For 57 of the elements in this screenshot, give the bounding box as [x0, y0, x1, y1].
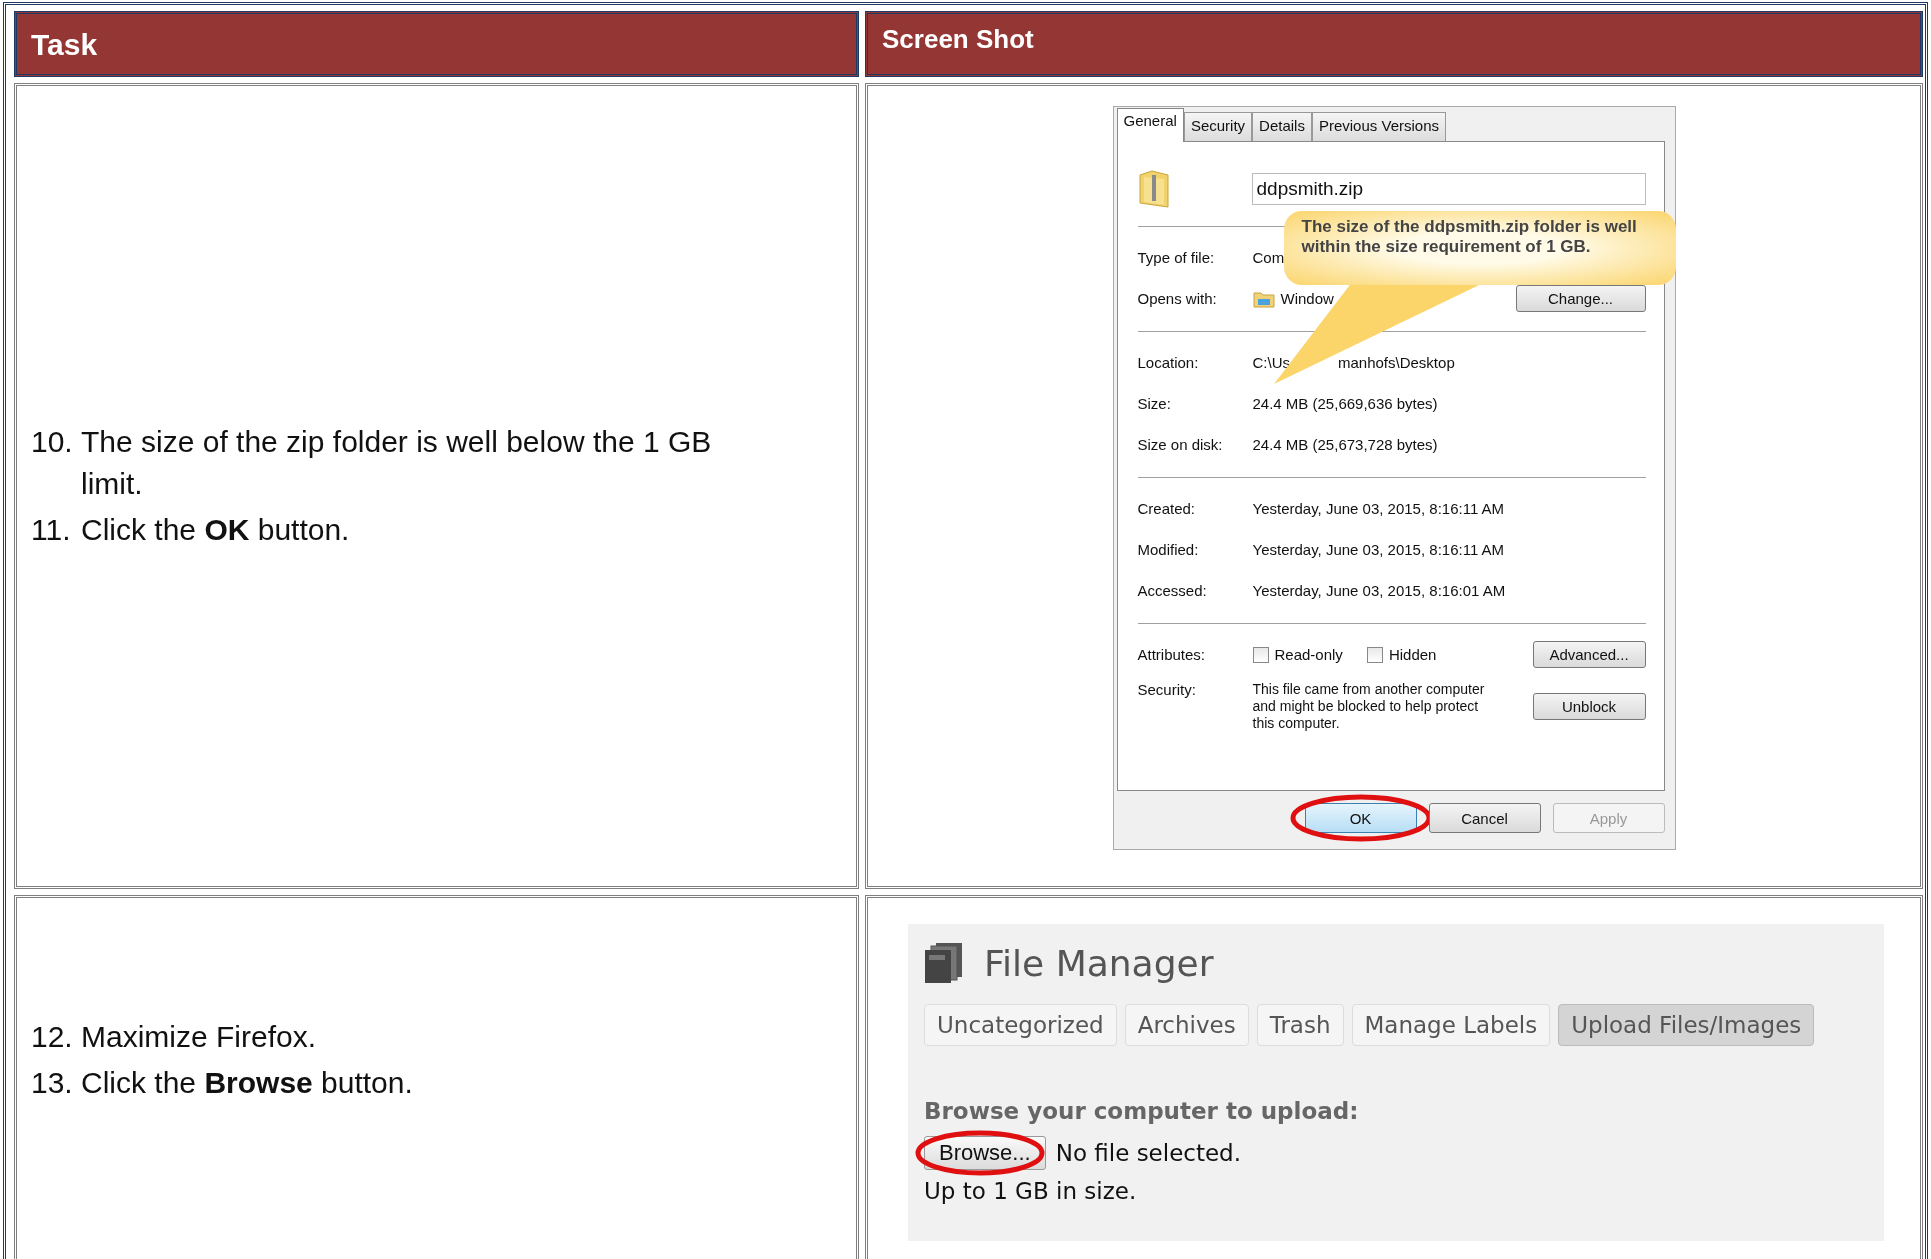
checkbox-label: Hidden — [1388, 646, 1437, 663]
nav-tab[interactable]: Uncategorized — [924, 1004, 1117, 1046]
step-number: 13. — [31, 1065, 74, 1101]
file-name-field[interactable]: ddpsmith.zip — [1251, 173, 1646, 205]
date-value: Yesterday, June 03, 2015, 8:16:11 AM — [1252, 541, 1505, 558]
size-value: 24.4 MB (25,673,728 bytes) — [1252, 436, 1438, 453]
field-label: Size on disk: — [1137, 436, 1224, 453]
field-label: Modified: — [1137, 541, 1200, 558]
files-icon — [924, 942, 964, 984]
field-label: Size: — [1137, 395, 1172, 412]
date-value: Yesterday, June 03, 2015, 8:16:01 AM — [1252, 582, 1506, 599]
size-note: Up to 1 GB in size. — [924, 1178, 1138, 1204]
checkbox[interactable] — [1252, 646, 1269, 663]
location-value: C:\Us — [1252, 354, 1290, 371]
dialog-button[interactable]: OK — [1304, 803, 1417, 833]
field-label: Accessed: — [1137, 582, 1208, 599]
field-label: Type of file: — [1137, 249, 1216, 266]
field-label: Attributes: — [1137, 646, 1207, 663]
step-text: Click the OK button. — [81, 512, 351, 548]
page-title: File Manager — [984, 942, 1214, 984]
dialog-tab[interactable]: Previous Versions — [1311, 112, 1446, 141]
step-number: 10. — [31, 424, 74, 460]
checkbox[interactable] — [1366, 646, 1383, 663]
location-value: manhofs\Desktop — [1338, 354, 1455, 371]
field-label: Location: — [1137, 354, 1200, 371]
zip-folder-icon — [1137, 169, 1172, 209]
dialog-button[interactable]: Cancel — [1428, 803, 1541, 833]
upload-prompt: Browse your computer to upload: — [924, 1098, 1360, 1124]
nav-tab[interactable]: Manage Labels — [1351, 1004, 1551, 1046]
nav-tab[interactable]: Upload Files/Images — [1558, 1004, 1815, 1046]
security-message: This file came from another computer and might be blocked to help protect this computer. — [1252, 681, 1486, 732]
dialog-tab[interactable]: Security — [1183, 112, 1253, 141]
dialog-tab[interactable]: General — [1116, 108, 1184, 142]
column-header: Screen Shot — [865, 11, 1923, 77]
nav-tab[interactable]: Trash — [1256, 1004, 1344, 1046]
column-header: Task — [14, 11, 859, 77]
step-text: Click the Browse button. — [81, 1065, 414, 1101]
file-status: No file selected. — [1055, 1140, 1242, 1166]
change-button[interactable]: Change... — [1515, 285, 1646, 312]
program-name: Window — [1280, 290, 1334, 307]
size-value: 24.4 MB (25,669,636 bytes) — [1252, 395, 1438, 412]
folder-icon — [1252, 289, 1275, 308]
checkbox-label: Read-only — [1274, 646, 1343, 663]
step-text: Maximize Firefox. — [81, 1019, 318, 1055]
dialog-tab[interactable]: Details — [1252, 112, 1312, 141]
step-text: The size of the zip folder is well below the 1 GB limit. — [81, 424, 713, 502]
field-label: Opens with: — [1137, 290, 1218, 307]
field-label: Security: — [1137, 681, 1197, 698]
advanced-button[interactable]: Advanced... — [1532, 641, 1646, 668]
file-type-value: Com — [1252, 249, 1285, 266]
date-value: Yesterday, June 03, 2015, 8:16:11 AM — [1252, 500, 1505, 517]
callout-bubble: The size of the ddpsmith.zip folder is well within the size requirement of 1 GB. — [1283, 211, 1676, 285]
nav-tab[interactable]: Archives — [1124, 1004, 1249, 1046]
field-label: Created: — [1137, 500, 1197, 517]
step-number: 11. — [31, 512, 72, 548]
unblock-button[interactable]: Unblock — [1532, 693, 1646, 720]
step-number: 12. — [31, 1019, 74, 1055]
